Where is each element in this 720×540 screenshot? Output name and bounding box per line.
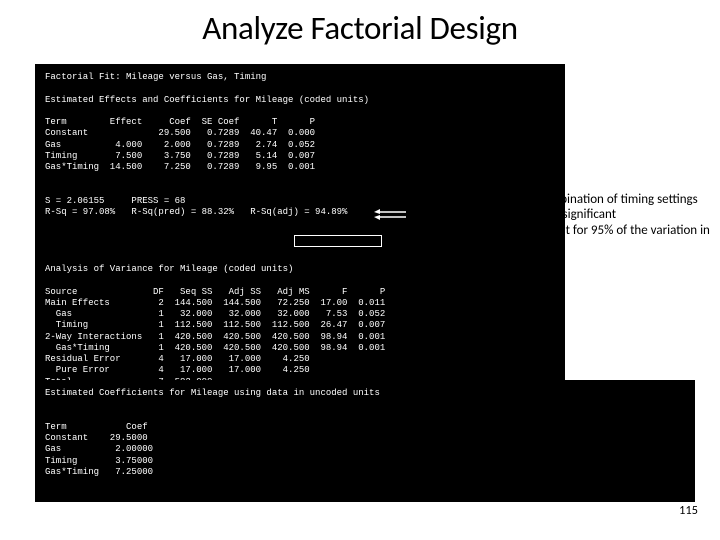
t1-l12: S = 2.06155 PRESS = 68 [45,196,185,206]
t2-l03: Source DF Seq SS Adj SS Adj MS F P [45,287,385,297]
t3-l01: Estimated Coefficients for Mileage using… [45,388,380,398]
t1-l13: R-Sq = 97.08% R-Sq(pred) = 88.32% R-Sq(a… [45,207,347,217]
t3-l05: Constant 29.5000 [45,433,148,443]
t1-l09: Gas*Timing 14.500 7.250 0.7289 9.95 0.00… [45,162,315,172]
t2-l05: Gas 1 32.000 32.000 32.000 7.53 0.052 [45,309,385,319]
slide-title: Analyze Factorial Design [0,0,720,52]
arrow-icon [374,207,406,219]
t1-l05: Term Effect Coef SE Coef T P [45,117,315,127]
terminal-output-3: Estimated Coefficients for Mileage using… [35,380,695,502]
t2-l01: Analysis of Variance for Mileage (coded … [45,264,293,274]
page-number: 115 [679,503,698,518]
t2-l08: Gas*Timing 1 420.500 420.500 420.500 98.… [45,343,385,353]
t2-l04: Main Effects 2 144.500 144.500 72.250 17… [45,298,385,308]
t3-l06: Gas 2.00000 [45,444,153,454]
t1-l08: Timing 7.500 3.750 0.7289 5.14 0.007 [45,151,315,161]
annotation: Timing settings and the combination of t… [412,193,710,255]
terminal-output-2: Analysis of Variance for Mileage (coded … [35,256,565,380]
t1-l06: Constant 29.500 0.7289 40.47 0.000 [45,128,315,138]
t2-l07: 2-Way Interactions 1 420.500 420.500 420… [45,332,385,342]
highlight-box [294,235,382,247]
t3-l08: Gas*Timing 7.25000 [45,467,153,477]
annotation-p1: Timing settings and the combination of t… [412,193,710,223]
t3-l04: Term Coef [45,422,148,432]
t2-l09: Residual Error 4 17.000 17.000 4.250 [45,354,310,364]
annotation-p2: The factors we tested account for 95% of… [412,224,710,254]
t3-l07: Timing 3.75000 [45,456,153,466]
t2-l06: Timing 1 112.500 112.500 112.500 26.47 0… [45,320,385,330]
t1-l01: Factorial Fit: Mileage versus Gas, Timin… [45,72,266,82]
t2-l10: Pure Error 4 17.000 17.000 4.250 [45,365,310,375]
t1-l03: Estimated Effects and Coefficients for M… [45,95,369,105]
t1-l07: Gas 4.000 2.000 0.7289 2.74 0.052 [45,140,315,150]
